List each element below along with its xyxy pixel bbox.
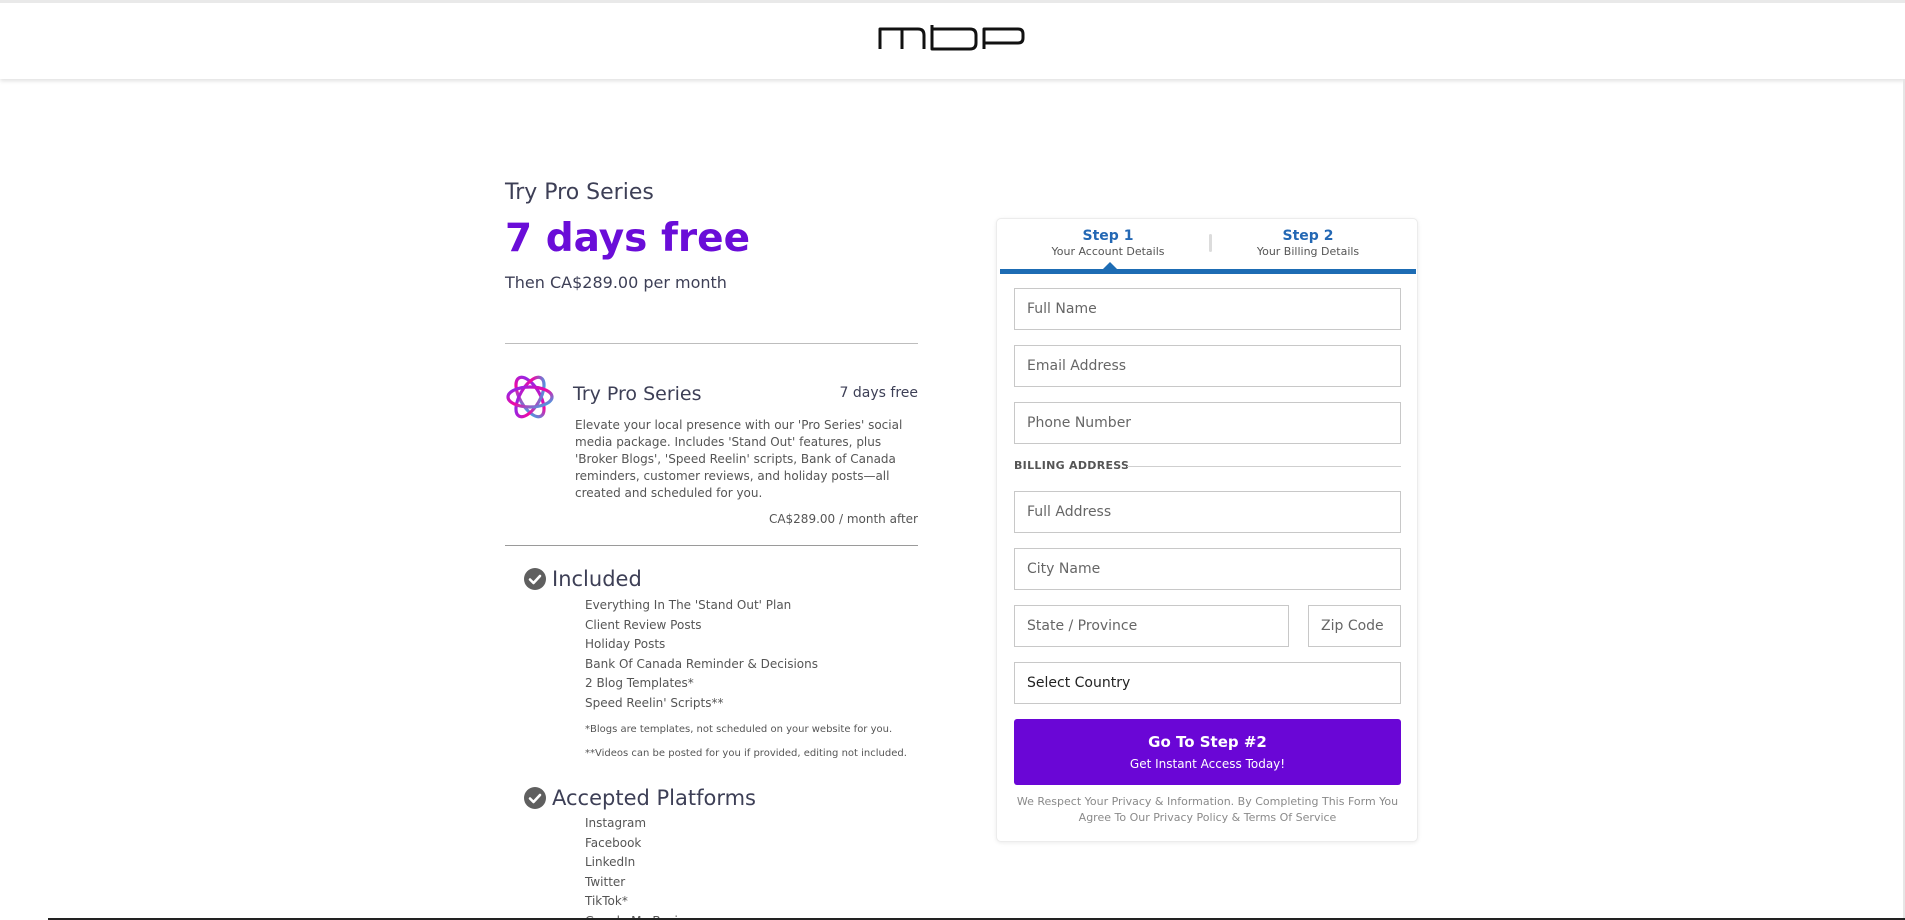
check-circle-icon [524,787,546,809]
go-to-step-2-button[interactable]: Go To Step #2 Get Instant Access Today! [1014,719,1401,785]
offer-eyebrow: Try Pro Series [505,180,654,205]
list-item: LinkedIn [585,855,636,870]
included-heading: Included [524,567,642,591]
footnote-blogs: *Blogs are templates, not scheduled on y… [585,724,893,735]
product-description: Elevate your local presence with our 'Pr… [575,418,903,500]
step-title: Step 1 [1082,228,1134,244]
country-select[interactable]: Select Country [1014,662,1401,704]
list-item: TikTok* [585,894,628,909]
cta-main-label: Go To Step #2 [1148,733,1267,751]
included-title: Included [552,567,642,591]
list-item: Twitter [585,874,626,889]
list-item: Everything In The 'Stand Out' Plan [585,598,792,612]
step-2-tab[interactable]: Step 2 Your Billing Details [1208,228,1408,258]
footnote-videos: **Videos can be posted for you if provid… [585,748,907,759]
offer-headline: 7 days free [505,216,751,261]
city-input[interactable] [1014,548,1401,590]
billing-address-label: BILLING ADDRESS [1014,459,1130,472]
list-item: Holiday Posts [585,637,666,652]
step-progress-bar [1000,269,1416,274]
product-name: Try Pro Series [573,383,702,405]
offer-price-line: Then CA$289.00 per month [505,273,727,292]
signup-form-card: Step 1 Your Account Details Step 2 Your … [996,218,1418,842]
step-1-tab[interactable]: Step 1 Your Account Details [1008,228,1208,258]
phone-input[interactable] [1014,402,1401,444]
zip-input[interactable] [1308,605,1401,647]
platforms-heading: Accepted Platforms [524,786,756,810]
top-header [0,0,1905,79]
atom-orbit-icon [506,375,554,419]
email-input[interactable] [1014,345,1401,387]
state-input[interactable] [1014,605,1289,647]
step-subtitle: Your Account Details [1051,245,1165,258]
list-item: Instagram [585,816,647,830]
check-circle-icon [524,568,546,590]
divider [505,545,918,546]
privacy-notice: We Respect Your Privacy & Information. B… [1016,795,1399,824]
included-list: Everything In The 'Stand Out' Plan Clien… [585,596,818,714]
divider [505,343,918,344]
country-select-value: Select Country [1027,675,1131,691]
step-indicator: Step 1 Your Account Details Step 2 Your … [1000,219,1416,273]
product-trial: 7 days free [839,385,918,401]
platforms-title: Accepted Platforms [552,786,757,810]
cta-sub-label: Get Instant Access Today! [1129,757,1286,771]
list-item: 2 Blog Templates* [585,676,694,691]
divider [1127,466,1401,467]
list-item: Client Review Posts [585,617,702,632]
step-subtitle: Your Billing Details [1256,245,1360,258]
product-after-price: CA$289.00 / month after [768,512,918,526]
list-item: Speed Reelin' Scripts** [585,695,724,710]
step-title: Step 2 [1282,228,1334,244]
step-active-indicator [1103,262,1117,269]
list-item: Facebook [585,835,642,850]
address-input[interactable] [1014,491,1401,533]
full-name-input[interactable] [1014,288,1401,330]
mbp-logo[interactable] [878,23,1025,53]
platforms-list: Instagram Facebook LinkedIn Twitter TikT… [585,814,705,920]
list-item: Bank Of Canada Reminder & Decisions [585,656,818,671]
